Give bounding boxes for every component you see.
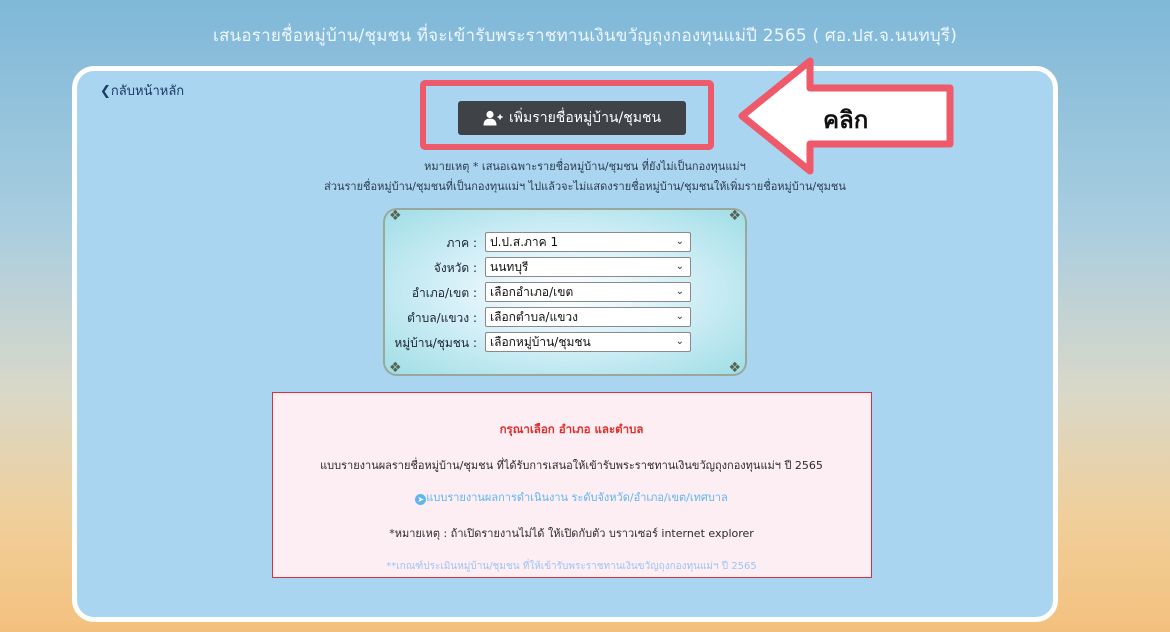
report-warning: กรุณาเลือก อำเภอ และตำบล [499,422,644,436]
filter-label-subdistrict: ตำบล/แขวง : [407,311,477,325]
corner-ornament-icon: ❖ [389,360,402,376]
filter-row-province: จังหวัด : นนทบุรี ⌄ [385,257,749,277]
filter-row-village: หมู่บ้าน/ชุมชน : เลือกหมู่บ้าน/ชุมชน ⌄ [385,332,749,352]
district-select[interactable]: เลือกอำเภอ/เขต ⌄ [485,282,691,302]
report-box: กรุณาเลือก อำเภอ และตำบล แบบรายงานผลรายช… [272,392,872,578]
arrow-circle-right-icon: ➤ [415,494,427,505]
report-link-label: แบบรายงานผลการดำเนินงาน ระดับจังหวัด/อำเ… [426,491,728,504]
report-summary: แบบรายงานผลรายชื่อหมู่บ้าน/ชุมชน ที่ได้ร… [320,459,823,472]
page-title: เสนอรายชื่อหมู่บ้าน/ชุมชน ที่จะเข้ารับพร… [212,26,958,46]
chevron-left-icon: ❮ [100,84,111,99]
report-note: *หมายเหตุ : ถ้าเปิดรายงานไม่ได้ ให้เปิดก… [389,527,754,540]
region-select-value: ป.ป.ส.ภาค 1 [490,235,559,249]
filter-row-region: ภาค : ป.ป.ส.ภาค 1 ⌄ [385,232,749,252]
subdistrict-select[interactable]: เลือกตำบล/แขวง ⌄ [485,307,691,327]
village-select[interactable]: เลือกหมู่บ้าน/ชุมชน ⌄ [485,332,691,352]
corner-ornament-icon: ❖ [389,208,402,224]
note-line-2: ส่วนรายชื่อหมู่บ้าน/ชุมชนที่เป็นกองทุนแม… [324,180,846,193]
back-link-label: กลับหน้าหลัก [110,84,185,99]
province-select[interactable]: นนทบุรี ⌄ [485,257,691,277]
subdistrict-select-value: เลือกตำบล/แขวง [490,310,579,324]
filter-row-subdistrict: ตำบล/แขวง : เลือกตำบล/แขวง ⌄ [385,307,749,327]
chevron-down-icon: ⌄ [675,261,684,272]
report-link[interactable]: ➤ แบบรายงานผลการดำเนินงาน ระดับจังหวัด/อำ… [273,488,870,506]
click-annotation-label: คลิก [823,106,869,134]
chevron-down-icon: ⌄ [675,236,684,247]
filter-label-district: อำเภอ/เขต : [411,286,477,300]
chevron-down-icon: ⌄ [675,311,684,322]
filter-row-district: อำเภอ/เขต : เลือกอำเภอ/เขต ⌄ [385,282,749,302]
note-line-1: หมายเหตุ * เสนอเฉพาะรายชื่อหมู่บ้าน/ชุมช… [424,160,746,173]
filter-label-region: ภาค : [446,236,477,250]
district-select-value: เลือกอำเภอ/เขต [490,285,574,299]
filter-card: ❖ ❖ ❖ ❖ ภาค : ป.ป.ส.ภาค 1 ⌄ จังหวัด : นน… [383,208,747,376]
criteria-link[interactable]: **เกณฑ์ประเมินหมู่บ้าน/ชุมชน ที่ให้เข้าร… [273,559,870,574]
region-select[interactable]: ป.ป.ส.ภาค 1 ⌄ [485,232,691,252]
village-select-value: เลือกหมู่บ้าน/ชุมชน [490,335,591,349]
chevron-down-icon: ⌄ [675,286,684,297]
click-highlight-box [420,80,714,150]
filter-label-village: หมู่บ้าน/ชุมชน : [394,336,477,350]
back-link[interactable]: ❮กลับหน้าหลัก [100,80,184,101]
corner-ornament-icon: ❖ [728,360,741,376]
corner-ornament-icon: ❖ [728,208,741,224]
filter-label-province: จังหวัด : [433,261,477,275]
chevron-down-icon: ⌄ [675,336,684,347]
province-select-value: นนทบุรี [490,260,529,274]
